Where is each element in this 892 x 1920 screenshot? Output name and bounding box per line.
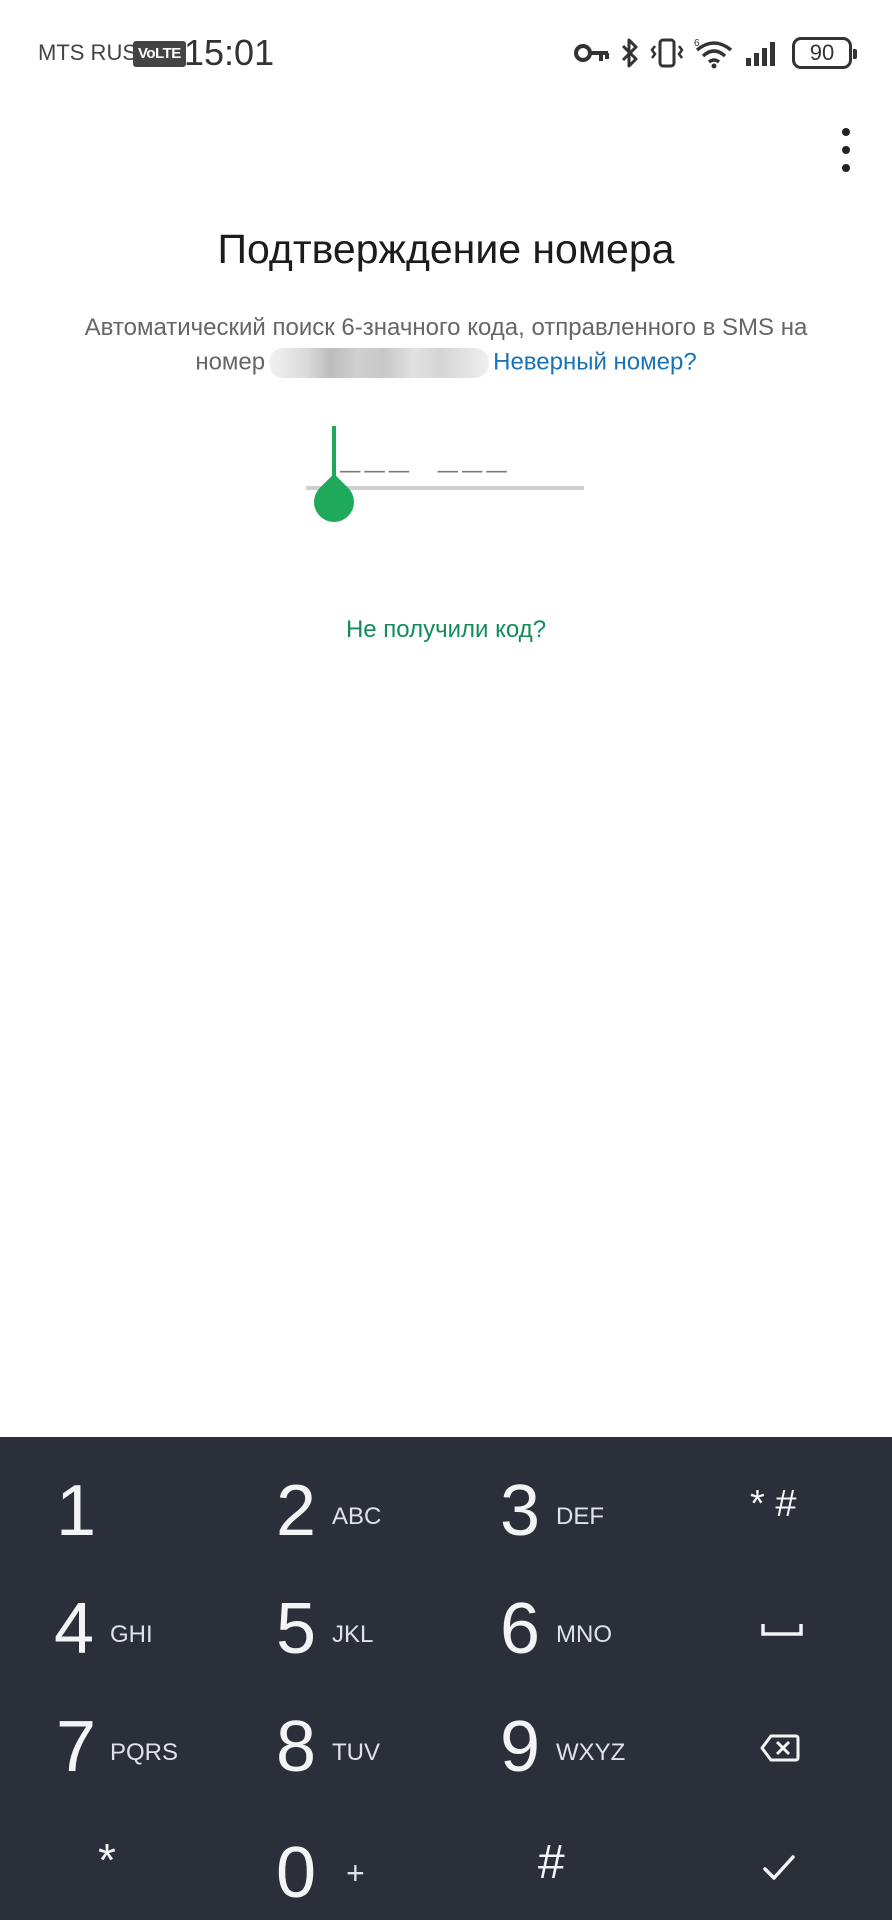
- key-letters: +: [346, 1855, 365, 1891]
- status-bar: MTS RUS VoLTE 15:01 6 90: [0, 0, 892, 108]
- wifi-6-icon: 6: [694, 38, 733, 69]
- key-letters: JKL: [332, 1621, 374, 1648]
- key-letters: ABC: [332, 1503, 382, 1530]
- page-title: Подтверждение номера: [217, 226, 675, 272]
- key-symbol: #: [538, 1836, 565, 1889]
- key-digit: 3: [500, 1471, 541, 1551]
- key-6[interactable]: 6 MNO: [474, 1575, 654, 1693]
- key-digit: 2: [276, 1471, 317, 1551]
- description-line1: Автоматический поиск 6-значного кода, от…: [84, 314, 808, 341]
- status-icons: 6 90: [574, 36, 857, 70]
- key-9[interactable]: 9 WXYZ: [474, 1693, 674, 1811]
- key-digit: 7: [56, 1707, 97, 1787]
- key-letters: GHI: [110, 1621, 153, 1648]
- key-space[interactable]: [710, 1575, 860, 1693]
- status-time: 15:01: [184, 32, 275, 73]
- key-digit: 6: [500, 1589, 541, 1669]
- sms-code-input[interactable]: ___ ___: [305, 420, 584, 532]
- backspace-icon: [760, 1734, 800, 1762]
- key-letters: WXYZ: [556, 1739, 626, 1766]
- description-prefix: номер: [195, 348, 266, 376]
- more-vert-icon[interactable]: [830, 128, 862, 172]
- battery-icon: 90: [792, 37, 857, 69]
- key-done[interactable]: [710, 1811, 860, 1920]
- key-symbol: *: [98, 1834, 116, 1886]
- key-digit: 8: [276, 1707, 317, 1787]
- vibrate-icon: [650, 38, 684, 68]
- key-0[interactable]: 0 +: [250, 1811, 430, 1920]
- space-icon: [761, 1624, 803, 1636]
- key-4[interactable]: 4 GHI: [30, 1575, 210, 1693]
- carrier-name: MTS RUS: [38, 40, 137, 65]
- key-7[interactable]: 7 PQRS: [30, 1693, 210, 1811]
- key-icon: [574, 44, 609, 62]
- key-backspace[interactable]: [710, 1693, 860, 1811]
- key-2[interactable]: 2 ABC: [250, 1457, 430, 1575]
- key-star[interactable]: *: [30, 1811, 210, 1920]
- key-8[interactable]: 8 TUV: [250, 1693, 430, 1811]
- key-letters: MNO: [556, 1621, 612, 1648]
- key-1[interactable]: 1: [30, 1457, 210, 1575]
- key-3[interactable]: 3 DEF: [474, 1457, 654, 1575]
- numeric-keypad: 1 2 ABC 3 DEF * # 4 GHI 5 JKL 6 MNO 7 PQ…: [0, 1437, 892, 1920]
- key-letters: TUV: [332, 1739, 380, 1766]
- key-digit: 4: [54, 1589, 95, 1669]
- signal-icon: [746, 42, 775, 66]
- text-cursor: [332, 426, 336, 478]
- key-5[interactable]: 5 JKL: [250, 1575, 430, 1693]
- key-digit: 0: [276, 1833, 317, 1913]
- description-line2: номер Неверный номер?: [0, 348, 892, 378]
- svg-text:6: 6: [694, 38, 700, 49]
- redacted-phone-number: [269, 348, 490, 378]
- key-symbols-label: * #: [750, 1483, 797, 1525]
- resend-code-link[interactable]: Не получили код?: [0, 616, 892, 644]
- key-symbols[interactable]: * #: [710, 1457, 860, 1575]
- check-icon: [763, 1855, 795, 1880]
- volte-badge: VoLTE: [133, 41, 186, 67]
- key-letters: DEF: [556, 1503, 604, 1530]
- key-digit: 5: [276, 1589, 317, 1669]
- wrong-number-link[interactable]: Неверный номер?: [493, 348, 697, 375]
- code-placeholder: ___ ___: [340, 442, 511, 480]
- cursor-handle[interactable]: [305, 473, 363, 531]
- key-digit: 1: [56, 1471, 97, 1551]
- bluetooth-icon: [621, 38, 638, 68]
- key-hash[interactable]: #: [474, 1811, 654, 1920]
- key-letters: PQRS: [110, 1739, 179, 1766]
- battery-level: 90: [809, 40, 835, 65]
- key-digit: 9: [500, 1707, 541, 1787]
